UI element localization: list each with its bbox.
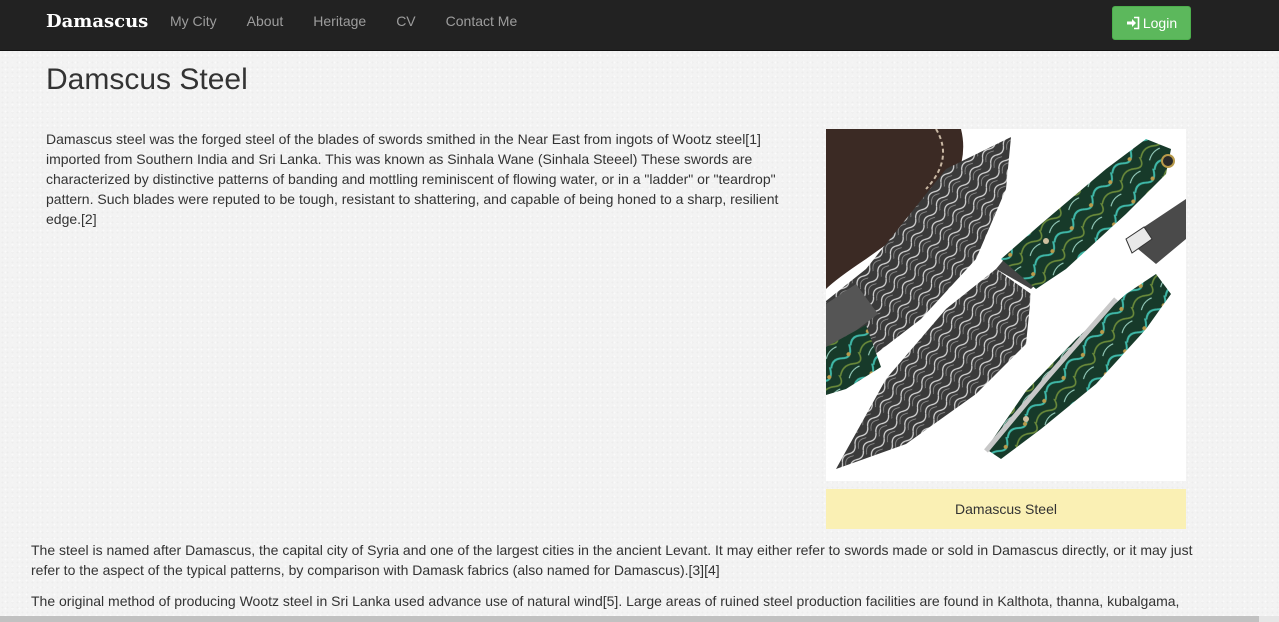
nav-link-cv[interactable]: CV bbox=[396, 13, 415, 29]
nav-link-heritage[interactable]: Heritage bbox=[313, 13, 366, 29]
scrollbar-thumb[interactable] bbox=[0, 616, 1259, 622]
horizontal-scrollbar[interactable] bbox=[0, 616, 1279, 622]
brand-link[interactable]: Damascus bbox=[46, 11, 148, 32]
login-button[interactable]: Login bbox=[1112, 6, 1191, 40]
sign-in-icon bbox=[1126, 16, 1140, 30]
body-paragraph: The original method of producing Wootz s… bbox=[31, 593, 1180, 609]
body-paragraph: The steel is named after Damascus, the c… bbox=[31, 542, 1193, 578]
nav-links: My City About Heritage CV Contact Me bbox=[170, 0, 547, 44]
figure: Damascus Steel bbox=[826, 129, 1186, 529]
nav-link-contact-me[interactable]: Contact Me bbox=[446, 13, 518, 29]
damascus-knife-image bbox=[826, 129, 1186, 481]
login-label: Login bbox=[1142, 15, 1178, 31]
nav-link-about[interactable]: About bbox=[247, 13, 284, 29]
page-title: Damscus Steel bbox=[46, 63, 248, 96]
figure-caption: Damascus Steel bbox=[826, 489, 1186, 529]
intro-paragraph: Damascus steel was the forged steel of t… bbox=[46, 131, 779, 227]
top-navbar: Damascus My City About Heritage CV Conta… bbox=[0, 0, 1279, 51]
nav-link-my-city[interactable]: My City bbox=[170, 13, 217, 29]
